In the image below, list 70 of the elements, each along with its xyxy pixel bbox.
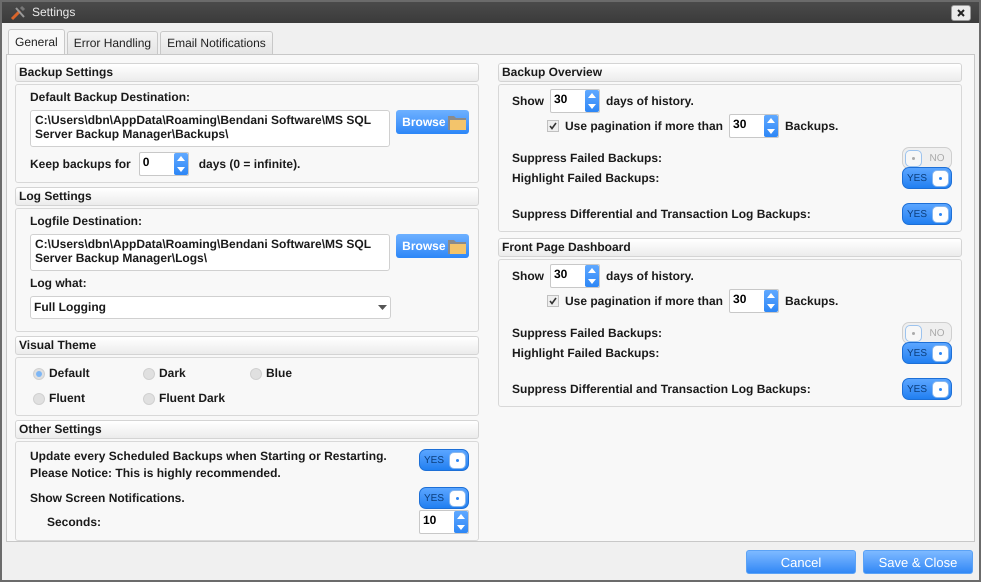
number-spinner[interactable]: 10 [419, 510, 469, 534]
number-spinner[interactable]: 30 [729, 289, 780, 313]
theme-radio[interactable]: Fluent Dark [143, 391, 250, 406]
down-arrow-icon[interactable] [176, 167, 185, 172]
up-arrow-icon[interactable] [457, 514, 465, 519]
field-label: days (0 = infinite). [198, 156, 300, 172]
setting-label: Suppress Failed Backups: [512, 150, 662, 166]
field-label: days of history. [606, 94, 694, 108]
field-label: Default Backup Destination: [30, 90, 192, 105]
down-arrow-icon[interactable] [588, 104, 596, 109]
dropdown-arrow-icon [378, 305, 387, 310]
field-label: Logfile Destination: [30, 214, 143, 229]
setting-text: Show Screen Notifications. [30, 490, 185, 506]
check-icon [549, 297, 557, 305]
field-label: days of history. [606, 268, 694, 284]
path-field[interactable]: C:\Users\dbn\AppData\Roaming\Bendani Software\MS SQL Server Backup Manager\Backups\ [30, 110, 390, 147]
setting-label: Suppress Differential and Transaction Log Backups: [512, 382, 811, 396]
setting-label: Highlight Failed Backups: [512, 346, 660, 360]
section-header: Log Settings [15, 187, 479, 206]
down-arrow-icon[interactable] [588, 279, 596, 284]
log-level-dropdown[interactable]: Full Logging [30, 296, 391, 319]
window-title: Settings [32, 5, 76, 20]
setting-text: Update every Scheduled Backups when Starting or Restarting. [30, 449, 387, 464]
notice-text: Please Notice: This is highly recommended. [30, 466, 282, 481]
down-arrow-icon[interactable] [767, 129, 776, 134]
theme-radio[interactable]: Default [33, 366, 143, 381]
setting-label: Suppress Failed Backups: [512, 326, 662, 340]
path-field[interactable]: C:\Users\dbn\AppData\Roaming\Bendani Software\MS SQL Server Backup Manager\Logs\ [30, 234, 390, 271]
close-icon [957, 8, 965, 16]
field-label: Show [512, 268, 544, 284]
check-icon [549, 122, 557, 130]
tools-icon [10, 4, 26, 20]
close-button[interactable] [951, 4, 971, 20]
section-header: Front Page Dashboard [498, 238, 962, 257]
up-arrow-icon[interactable] [767, 293, 776, 298]
number-spinner[interactable]: 0 [138, 152, 189, 176]
field-label: Backups. [785, 118, 838, 134]
field-label: Show [512, 94, 544, 108]
folder-icon [448, 238, 466, 254]
down-arrow-icon[interactable] [767, 304, 776, 309]
setting-label: Highlight Failed Backups: [512, 170, 660, 186]
up-arrow-icon[interactable] [588, 93, 596, 98]
folder-icon [448, 114, 466, 130]
pagination-checkbox[interactable] [547, 120, 559, 132]
setting-label: Suppress Differential and Transaction Log Backups: [512, 206, 811, 222]
up-arrow-icon[interactable] [176, 156, 185, 161]
section-header: Other Settings [15, 420, 479, 439]
tab[interactable]: Email Notifications [160, 31, 273, 54]
up-arrow-icon[interactable] [767, 118, 776, 123]
radio-circle[interactable] [33, 368, 45, 380]
field-label: Use pagination if more than [565, 118, 724, 134]
field-label: Log what: [30, 276, 88, 291]
pagination-checkbox[interactable] [547, 295, 559, 307]
theme-radio[interactable]: Blue [250, 366, 350, 381]
number-spinner[interactable]: 30 [550, 89, 600, 113]
theme-radio[interactable]: Dark [143, 366, 250, 381]
section-header: Backup Settings [15, 63, 479, 82]
field-label: Keep backups for [30, 156, 131, 172]
tab[interactable]: General [8, 29, 65, 54]
tab[interactable]: Error Handling [66, 31, 158, 54]
section-header: Backup Overview [498, 63, 962, 82]
down-arrow-icon[interactable] [457, 525, 465, 530]
field-label: Use pagination if more than [565, 294, 724, 308]
up-arrow-icon[interactable] [588, 268, 596, 273]
theme-radio[interactable]: Fluent [33, 391, 143, 406]
field-label: Backups. [785, 294, 838, 308]
section-header: Visual Theme [15, 336, 479, 355]
field-label: Seconds: [46, 514, 102, 530]
number-spinner[interactable]: 30 [550, 264, 600, 288]
number-spinner[interactable]: 30 [729, 114, 780, 138]
